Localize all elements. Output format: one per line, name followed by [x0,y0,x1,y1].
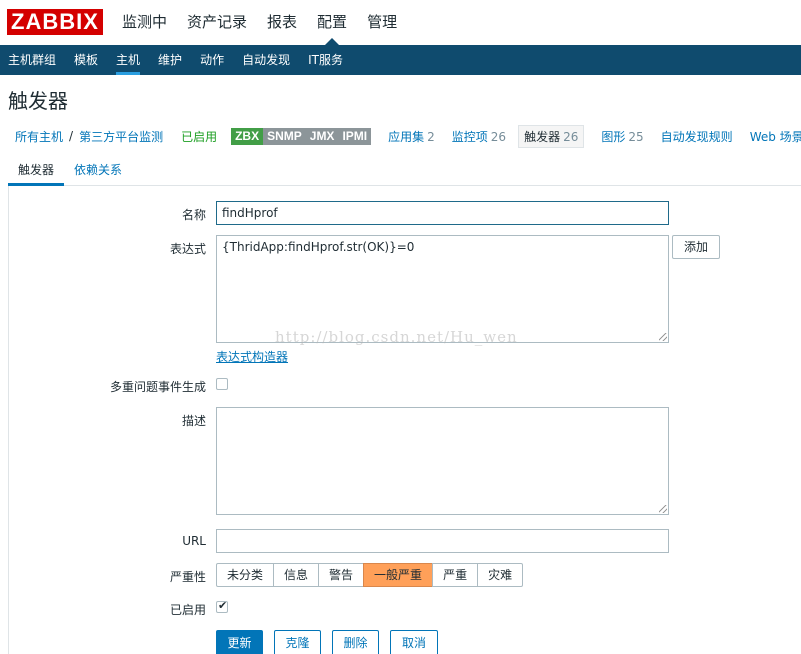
expression-value: {ThridApp:findHprof.str(OK)}=0 [222,240,415,254]
severity-high[interactable]: 严重 [432,563,479,587]
hostnav-items-label: 监控项 [451,129,488,144]
clone-button[interactable]: 克隆 [274,630,321,654]
subnav-actions[interactable]: 动作 [192,45,234,75]
expression-label: 表达式 [169,242,206,256]
update-button[interactable]: 更新 [216,630,263,654]
hostnav-applications-label: 应用集 [388,129,425,144]
nav-reports[interactable]: 报表 [257,0,307,45]
host-status-enabled[interactable]: 已启用 [181,128,217,145]
enabled-checkbox[interactable] [216,599,228,613]
hostnav-web-scenarios[interactable]: Web 场景 [750,128,801,145]
description-textarea[interactable] [216,407,669,515]
resize-handle-icon[interactable] [659,505,667,513]
multiple-events-label: 多重问题事件生成 [109,380,206,394]
breadcrumb-all-hosts[interactable]: 所有主机 [15,128,63,145]
severity-information[interactable]: 信息 [273,563,320,587]
hostnav-applications-count: 2 [427,129,435,144]
hostnav-items-count: 26 [490,129,507,144]
hostnav-discovery-rules[interactable]: 自动发现规则 [661,128,733,145]
nav-configuration[interactable]: 配置 [307,0,357,45]
badge-snmp: SNMP [263,127,306,145]
breadcrumb-separator: / [69,129,74,143]
badge-ipmi: IPMI [338,127,372,145]
severity-warning[interactable]: 警告 [318,563,365,587]
name-label: 名称 [181,208,206,222]
hostnav-applications[interactable]: 应用集 2 [388,128,435,145]
availability-badges: ZBX SNMP JMX IPMI [231,127,372,145]
hostnav-graphs[interactable]: 图形 25 [601,128,643,145]
hostnav-triggers[interactable]: 触发器 26 [518,124,585,148]
page-title: 触发器 [8,89,68,113]
subnav-discovery[interactable]: 自动发现 [234,45,300,75]
main-nav: 监测中 资产记录 报表 配置 管理 [112,0,407,45]
name-input[interactable]: findHprof [216,201,669,225]
top-bar: ZABBIX 监测中 资产记录 报表 配置 管理 [0,0,801,45]
hostnav-graphs-count: 25 [628,129,644,144]
breadcrumb-host-name[interactable]: 第三方平台监测 [79,128,163,145]
nav-inventory[interactable]: 资产记录 [177,0,257,45]
severity-not-classified[interactable]: 未分类 [216,563,275,587]
expression-builder-link[interactable]: 表达式构造器 [216,348,288,365]
badge-jmx: JMX [305,127,339,145]
zabbix-logo[interactable]: ZABBIX [7,9,103,35]
severity-average[interactable]: 一般严重 [363,563,434,587]
cancel-button[interactable]: 取消 [390,630,438,654]
tab-dependencies[interactable]: 依赖关系 [64,155,132,185]
enabled-label: 已启用 [169,603,206,617]
hostnav-items[interactable]: 监控项 26 [452,128,506,145]
subnav-templates[interactable]: 模板 [66,45,108,75]
host-navigation: 所有主机 / 第三方平台监测 已启用 ZBX SNMP JMX IPMI 应用集… [0,121,801,151]
severity-label: 严重性 [169,570,206,584]
badge-zbx: ZBX [231,127,264,145]
description-label: 描述 [181,414,206,428]
expression-textarea[interactable]: {ThridApp:findHprof.str(OK)}=0 [216,235,669,343]
resize-handle-icon[interactable] [659,333,667,341]
sub-nav: 主机群组 模板 主机 维护 动作 自动发现 IT服务 [0,45,801,75]
severity-selector: 未分类 信息 警告 一般严重 严重 灾难 [216,563,524,587]
add-expression-button[interactable]: 添加 [672,235,720,259]
form-tabs: 触发器 依赖关系 [8,155,801,186]
url-label: URL [182,534,206,548]
severity-disaster[interactable]: 灾难 [477,563,524,587]
hostnav-graphs-label: 图形 [601,129,626,144]
multiple-events-checkbox[interactable] [216,378,228,390]
hostnav-triggers-label: 触发器 [524,129,561,144]
subnav-hosts[interactable]: 主机 [108,45,150,75]
subnav-maintenance[interactable]: 维护 [150,45,192,75]
watermark: http://blog.csdn.net/Hu_wen [275,328,518,346]
delete-button[interactable]: 删除 [332,630,379,654]
hostnav-triggers-count: 26 [563,129,579,144]
tab-trigger[interactable]: 触发器 [8,155,65,186]
subnav-it-services[interactable]: IT服务 [300,45,353,75]
subnav-host-groups[interactable]: 主机群组 [0,45,66,75]
nav-administration[interactable]: 管理 [357,0,407,45]
url-input[interactable] [216,529,669,553]
trigger-form: 名称 findHprof 表达式 {ThridApp:findHprof.str… [8,186,801,654]
nav-monitoring[interactable]: 监测中 [112,0,177,45]
